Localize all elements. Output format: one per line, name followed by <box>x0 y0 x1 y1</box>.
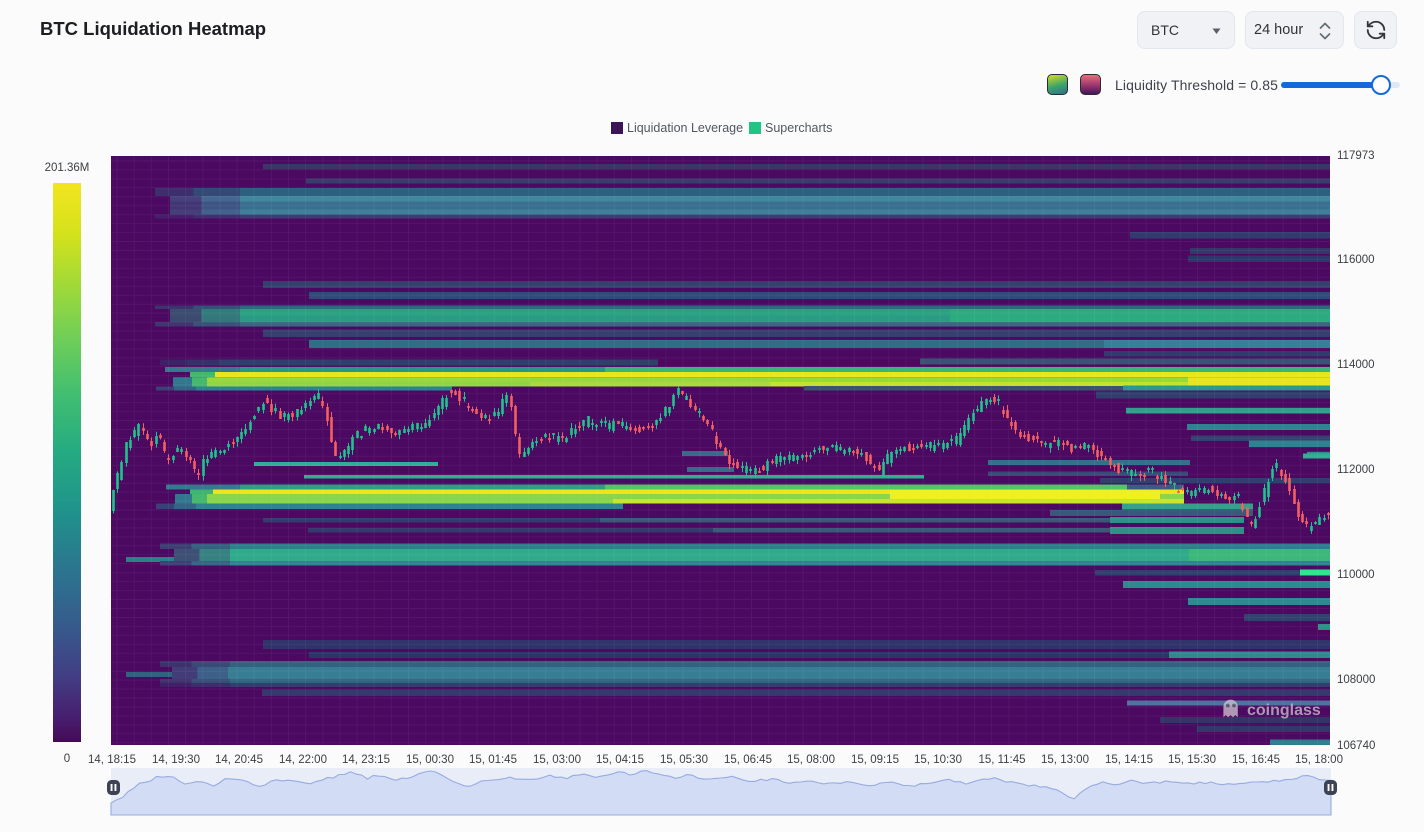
svg-text:14, 22:00: 14, 22:00 <box>279 754 327 766</box>
svg-text:14, 20:45: 14, 20:45 <box>215 754 263 766</box>
svg-text:coinglass: coinglass <box>1247 702 1321 719</box>
svg-text:15, 05:30: 15, 05:30 <box>660 754 708 766</box>
svg-text:15, 18:00: 15, 18:00 <box>1295 754 1343 766</box>
svg-text:110000: 110000 <box>1337 569 1375 581</box>
svg-text:117973: 117973 <box>1337 150 1375 162</box>
svg-text:14, 19:30: 14, 19:30 <box>152 754 200 766</box>
svg-text:15, 00:30: 15, 00:30 <box>406 754 454 766</box>
svg-text:14, 18:15: 14, 18:15 <box>88 754 136 766</box>
svg-text:106740: 106740 <box>1337 740 1375 752</box>
svg-text:15, 03:00: 15, 03:00 <box>533 754 581 766</box>
svg-text:15, 06:45: 15, 06:45 <box>724 754 772 766</box>
svg-text:0: 0 <box>64 753 70 765</box>
svg-text:116000: 116000 <box>1337 254 1375 266</box>
svg-text:108000: 108000 <box>1337 674 1375 686</box>
svg-text:15, 11:45: 15, 11:45 <box>978 754 1025 766</box>
svg-text:15, 16:45: 15, 16:45 <box>1232 754 1280 766</box>
svg-text:15, 13:00: 15, 13:00 <box>1041 754 1089 766</box>
svg-text:15, 14:15: 15, 14:15 <box>1105 754 1153 766</box>
svg-text:15, 15:30: 15, 15:30 <box>1168 754 1216 766</box>
svg-text:201.36M: 201.36M <box>45 162 90 174</box>
svg-text:15, 04:15: 15, 04:15 <box>596 754 644 766</box>
svg-text:15, 01:45: 15, 01:45 <box>469 754 517 766</box>
svg-text:15, 08:00: 15, 08:00 <box>787 754 835 766</box>
svg-text:15, 09:15: 15, 09:15 <box>851 754 899 766</box>
svg-text:112000: 112000 <box>1337 464 1375 476</box>
svg-text:114000: 114000 <box>1337 359 1375 371</box>
svg-text:14, 23:15: 14, 23:15 <box>342 754 390 766</box>
svg-text:15, 10:30: 15, 10:30 <box>914 754 962 766</box>
